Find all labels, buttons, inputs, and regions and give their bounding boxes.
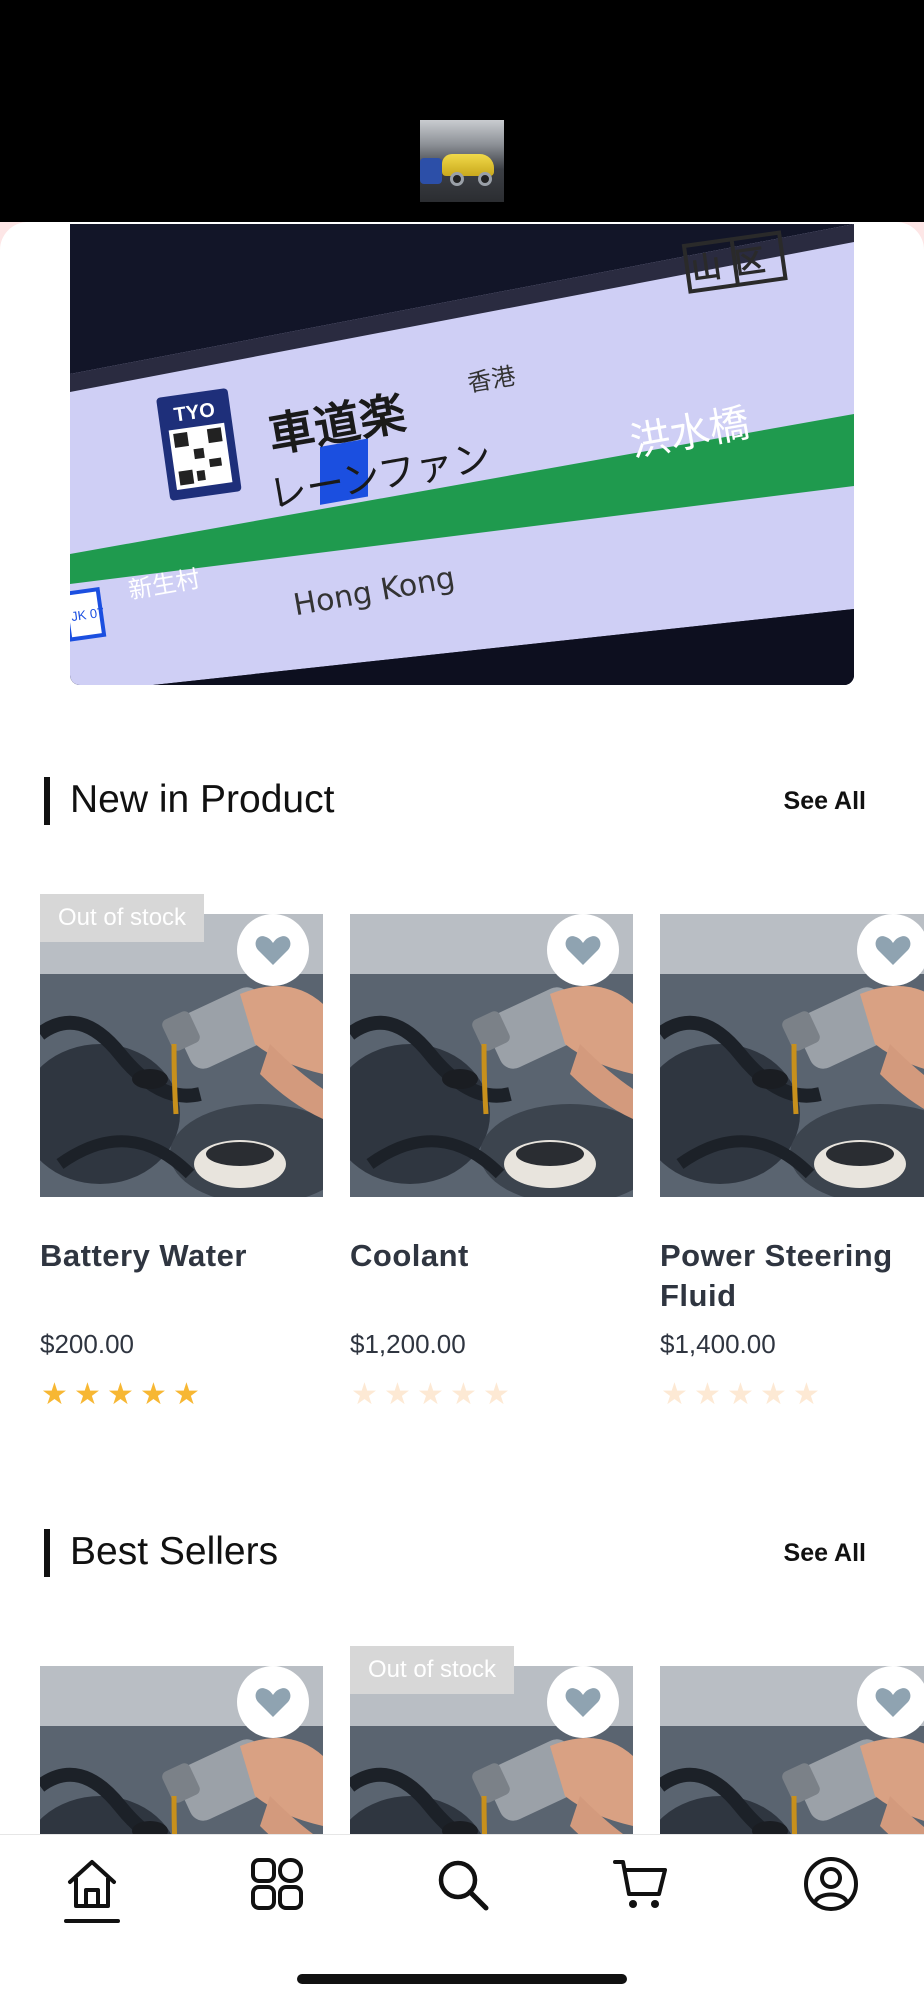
favorite-button[interactable] bbox=[547, 914, 619, 986]
heart-icon bbox=[255, 936, 291, 965]
heart-icon bbox=[875, 1688, 911, 1717]
promo-banner[interactable]: TYO 車道楽 レーンファン 香港 洪水橋 新生村 Hong Kong 山区 J… bbox=[70, 224, 854, 685]
categories-grid-icon bbox=[251, 1858, 303, 1910]
star-icon: ★ bbox=[140, 1378, 167, 1411]
star-icon: ★ bbox=[661, 1378, 688, 1411]
cart-icon bbox=[613, 1860, 667, 1908]
see-all-link[interactable]: See All bbox=[784, 785, 866, 817]
star-icon: ★ bbox=[694, 1378, 721, 1411]
heart-icon bbox=[255, 1688, 291, 1717]
star-icon: ★ bbox=[450, 1378, 477, 1411]
star-icon: ★ bbox=[173, 1378, 200, 1411]
tab-profile[interactable] bbox=[796, 1849, 866, 1919]
favorite-button[interactable] bbox=[547, 1666, 619, 1738]
star-icon: ★ bbox=[760, 1378, 787, 1411]
section-title: New in Product bbox=[70, 778, 335, 821]
heart-icon bbox=[565, 936, 601, 965]
rating-stars: ★ ★ ★ ★ ★ bbox=[660, 1378, 821, 1412]
rating-stars: ★ ★ ★ ★ ★ bbox=[350, 1378, 511, 1412]
section-title: Best Sellers bbox=[70, 1530, 279, 1573]
see-all-link[interactable]: See All bbox=[784, 1537, 866, 1569]
product-price: $1,200.00 bbox=[350, 1329, 466, 1359]
new-in-product-header: New in Product See All bbox=[44, 775, 880, 825]
star-icon: ★ bbox=[384, 1378, 411, 1411]
best-sellers-header: Best Sellers See All bbox=[44, 1527, 880, 1577]
star-icon: ★ bbox=[107, 1378, 134, 1411]
out-of-stock-badge: Out of stock bbox=[40, 894, 205, 942]
star-icon: ★ bbox=[351, 1378, 378, 1411]
star-icon: ★ bbox=[483, 1378, 510, 1411]
star-icon: ★ bbox=[41, 1378, 68, 1411]
favorite-button[interactable] bbox=[237, 914, 309, 986]
home-indicator[interactable] bbox=[297, 1974, 627, 1984]
star-icon: ★ bbox=[727, 1378, 754, 1411]
heart-icon bbox=[875, 936, 911, 965]
tab-search[interactable] bbox=[427, 1849, 497, 1919]
profile-icon bbox=[804, 1857, 858, 1911]
search-icon bbox=[438, 1860, 489, 1911]
heart-icon bbox=[565, 1688, 601, 1717]
favorite-button[interactable] bbox=[237, 1666, 309, 1738]
star-icon: ★ bbox=[793, 1378, 820, 1411]
active-tab-indicator bbox=[64, 1919, 120, 1923]
tab-cart[interactable] bbox=[606, 1849, 676, 1919]
tab-categories[interactable] bbox=[242, 1849, 312, 1919]
favorite-button[interactable] bbox=[857, 914, 924, 986]
home-icon bbox=[68, 1860, 116, 1908]
product-price: $200.00 bbox=[40, 1329, 134, 1359]
product-name[interactable]: Battery Water bbox=[40, 1236, 323, 1276]
product-name[interactable]: Power Steering Fluid bbox=[660, 1236, 924, 1316]
out-of-stock-badge: Out of stock bbox=[350, 1646, 515, 1694]
rating-stars: ★ ★ ★ ★ ★ bbox=[40, 1378, 201, 1412]
top-header bbox=[0, 0, 924, 222]
store-logo[interactable] bbox=[420, 120, 504, 202]
product-price: $1,400.00 bbox=[660, 1329, 776, 1359]
tab-home[interactable] bbox=[57, 1849, 127, 1919]
star-icon: ★ bbox=[74, 1378, 101, 1411]
bottom-tab-bar bbox=[0, 1834, 924, 2000]
product-name[interactable]: Coolant bbox=[350, 1236, 633, 1276]
star-icon: ★ bbox=[417, 1378, 444, 1411]
favorite-button[interactable] bbox=[857, 1666, 924, 1738]
